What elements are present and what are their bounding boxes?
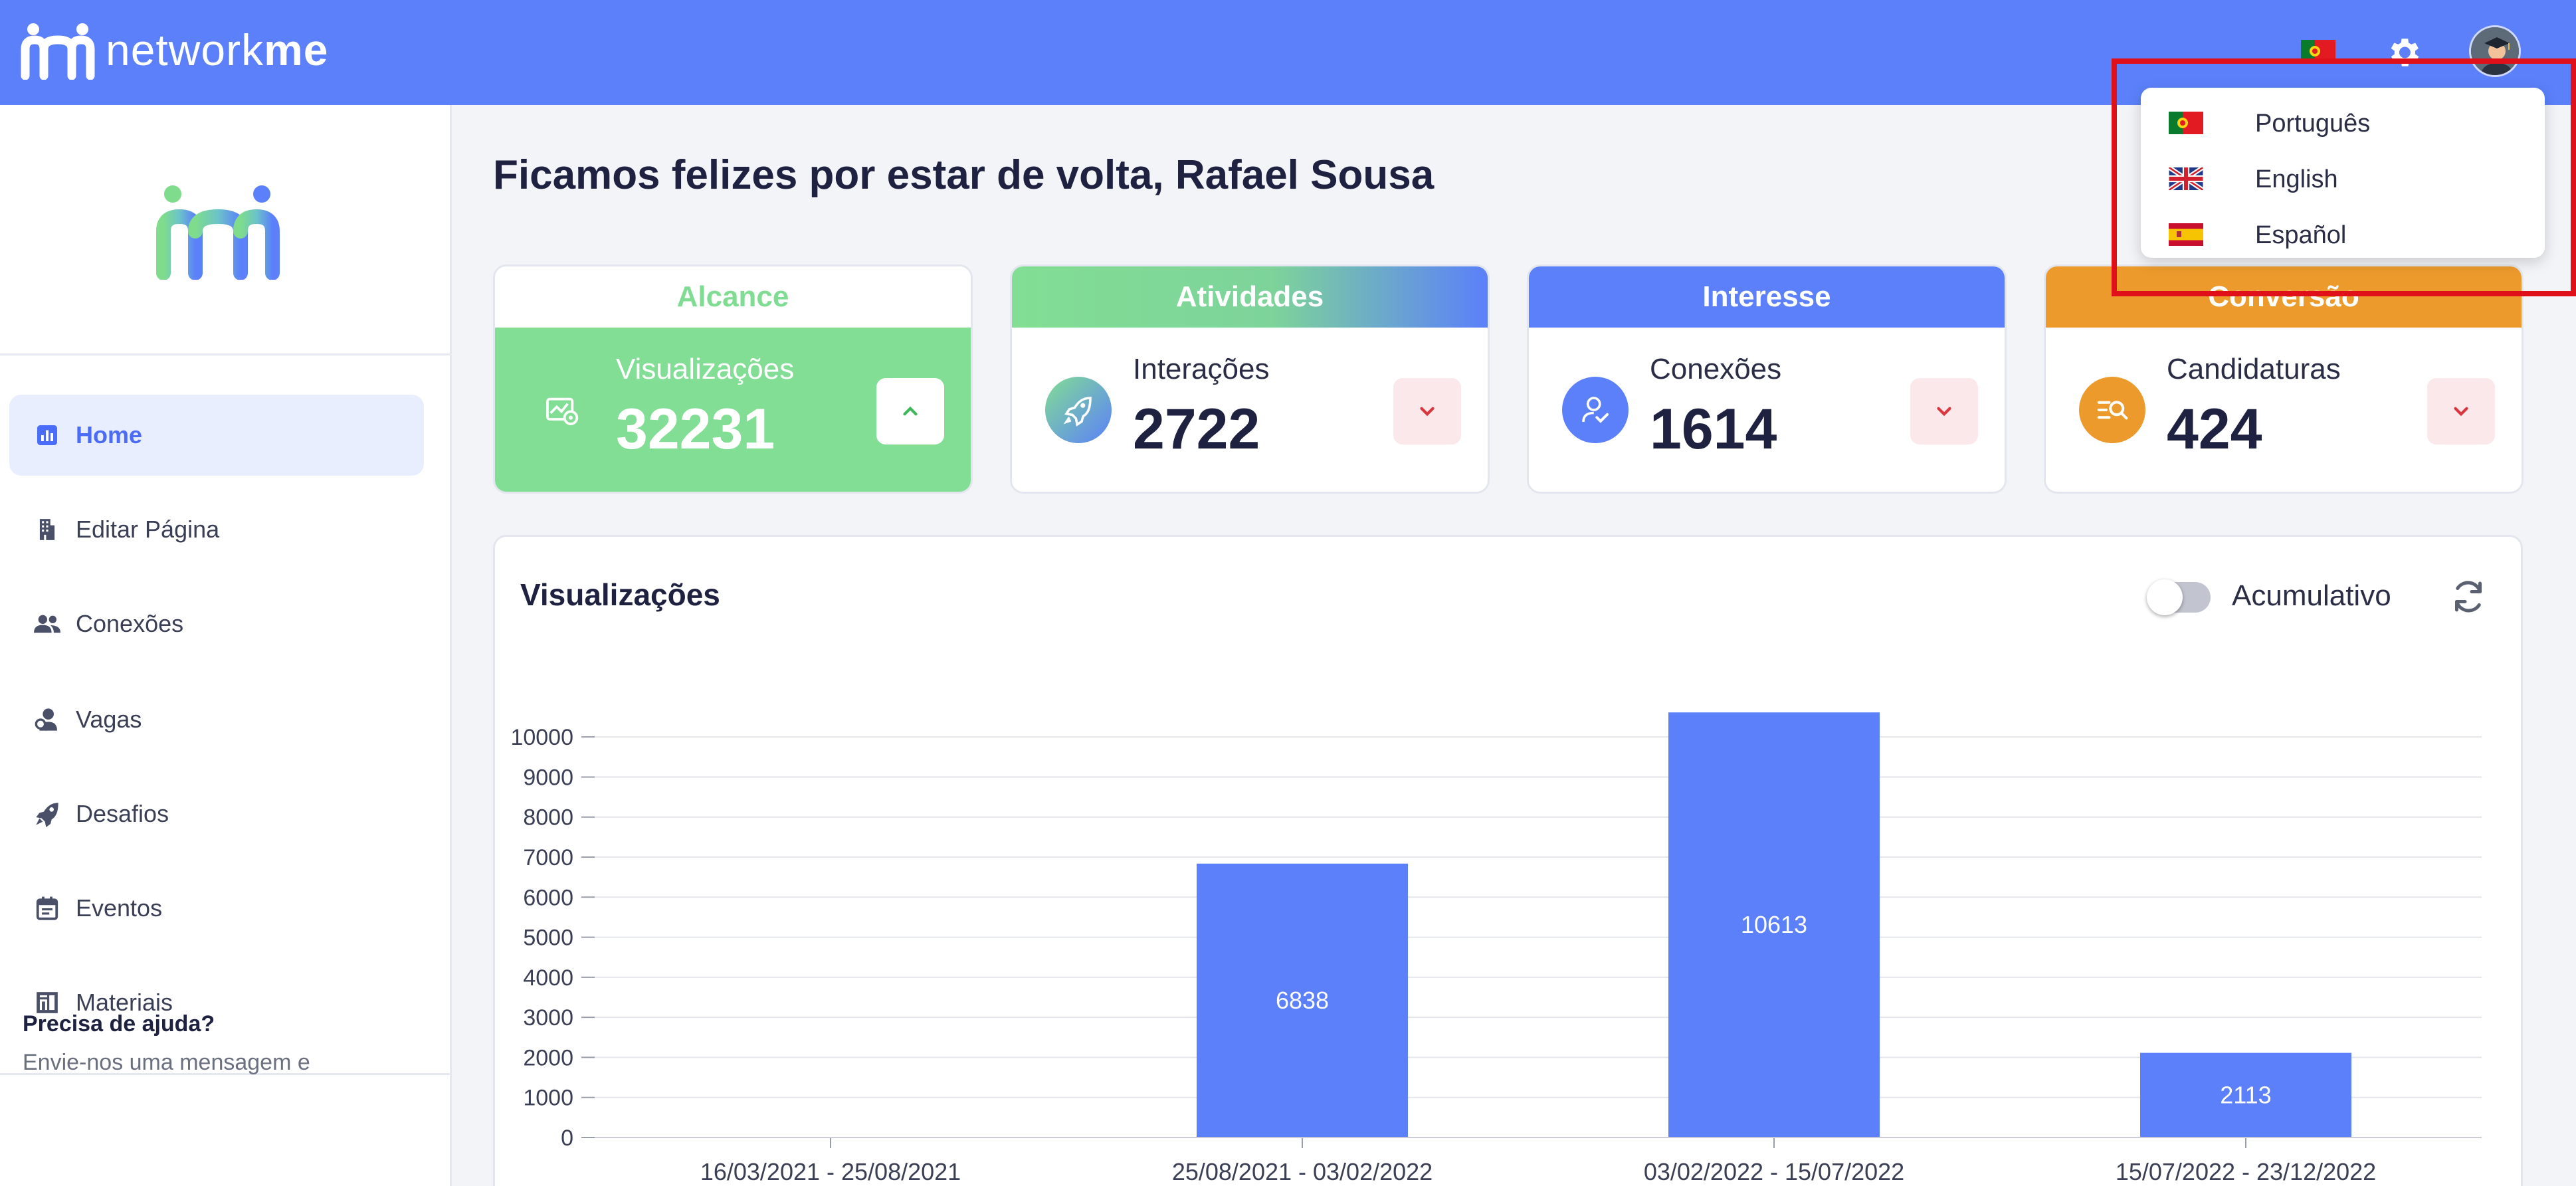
views-bar-chart: 0 1000 2000 3000 4000 5000 6000 7000 8000 9000 100… [510, 712, 2482, 1185]
language-label: Português [2255, 109, 2371, 138]
language-option-portugues[interactable]: Português [2141, 96, 2545, 151]
uk-flag-icon [2169, 167, 2203, 190]
gear-icon[interactable] [2384, 33, 2423, 72]
sidebar-item-label: Home [76, 421, 143, 448]
views-chart-icon [528, 377, 595, 443]
chevron-down-icon[interactable] [1393, 378, 1461, 445]
x-tick-label: 15/07/2022 - 23/12/2022 [2116, 1158, 2376, 1185]
language-dropdown: Português English Español [2141, 88, 2545, 258]
card-label: Candidaturas [2167, 353, 2341, 385]
card-label: Visualizações [616, 353, 795, 385]
portugal-flag-icon [2169, 112, 2203, 134]
y-tick-label: 9000 [523, 765, 573, 790]
card-header: Atividades [1012, 266, 1488, 328]
y-tick-label: 7000 [523, 845, 573, 870]
brand-logo[interactable]: networkme [20, 20, 329, 80]
page-title: Ficamos felizes por estar de volta, Rafa… [493, 152, 1435, 198]
sidebar-item-conexoes[interactable]: Conexões [9, 583, 424, 664]
help-text: Envie-nos uma mensagem e [23, 1050, 310, 1075]
card-header: Interesse [1529, 266, 2005, 328]
card-header: Conversão [2046, 266, 2522, 328]
y-tick-label: 5000 [523, 926, 573, 951]
card-value: 32231 [616, 397, 775, 461]
sidebar-item-label: Editar Página [76, 516, 220, 543]
chevron-up-icon[interactable] [876, 378, 944, 445]
language-label: Español [2255, 221, 2347, 249]
views-chart-panel: Visualizações Acumulativo 0 1000 2000 3000 4… [493, 535, 2523, 1186]
x-tick-label: 03/02/2022 - 15/07/2022 [1644, 1158, 1904, 1185]
sidebar-item-desafios[interactable]: Desafios [9, 773, 424, 854]
card-header: Alcance [495, 266, 971, 328]
sidebar-item-editar-pagina[interactable]: Editar Página [9, 489, 424, 570]
y-tick-label: 1000 [523, 1086, 573, 1111]
bar-chart-icon [33, 421, 61, 449]
stat-card-alcance: Alcance Visualizações 32231 [493, 264, 973, 494]
user-avatar[interactable] [2469, 25, 2521, 77]
calendar-icon [33, 894, 61, 922]
x-tick-label: 25/08/2021 - 03/02/2022 [1172, 1158, 1433, 1185]
networkme-mark-logo [156, 185, 280, 280]
sidebar-item-vagas[interactable]: Vagas [9, 679, 424, 760]
sidebar-item-label: Eventos [76, 894, 163, 922]
sidebar-item-home[interactable]: Home [9, 395, 424, 476]
chevron-down-icon[interactable] [2427, 378, 2495, 445]
language-label: English [2255, 165, 2338, 193]
brand-name: networkme [106, 25, 329, 74]
card-value: 2722 [1133, 397, 1260, 461]
spain-flag-icon [2169, 223, 2203, 246]
bar-value-label: 2113 [2220, 1081, 2271, 1108]
language-option-english[interactable]: English [2141, 151, 2545, 207]
sidebar-item-label: Desafios [76, 800, 169, 827]
users-icon [33, 610, 61, 638]
y-tick-label: 2000 [523, 1045, 573, 1070]
bar-value-label: 10613 [1741, 911, 1807, 938]
y-tick-label: 10000 [510, 725, 573, 750]
networkme-logo-icon [21, 23, 95, 80]
graduate-avatar-icon [2471, 27, 2519, 75]
stat-card-interesse: Interesse Conexões 1614 [1527, 264, 2007, 494]
bar-value-label: 6838 [1276, 987, 1329, 1014]
card-value: 424 [2167, 397, 2262, 461]
y-tick-label: 8000 [523, 805, 573, 831]
x-tick-label: 16/03/2021 - 25/08/2021 [700, 1158, 961, 1185]
search-list-icon [2079, 377, 2145, 443]
help-title: Precisa de ajuda? [23, 1011, 215, 1037]
user-search-icon [33, 706, 61, 734]
rocket-icon [1045, 377, 1112, 443]
building-icon [33, 516, 61, 544]
sidebar: Home Editar Página Conexões Vagas Desafi… [0, 105, 452, 1186]
portugal-flag-icon[interactable] [2301, 40, 2335, 62]
card-label: Conexões [1650, 353, 1782, 385]
y-tick-label: 0 [561, 1126, 573, 1151]
rocket-icon [33, 800, 61, 828]
card-label: Interações [1133, 353, 1270, 385]
language-option-espanol[interactable]: Español [2141, 207, 2545, 263]
y-tick-label: 3000 [523, 1005, 573, 1031]
stat-card-conversao: Conversão Candidaturas 424 [2044, 264, 2524, 494]
sidebar-divider [0, 353, 452, 355]
sidebar-item-label: Conexões [76, 610, 184, 637]
chevron-down-icon[interactable] [1910, 378, 1978, 445]
user-check-icon [1562, 377, 1629, 443]
card-value: 1614 [1650, 397, 1777, 461]
sidebar-item-eventos[interactable]: Eventos [9, 868, 424, 949]
stat-card-atividades: Atividades Interações 2722 [1010, 264, 1490, 494]
y-tick-label: 6000 [523, 885, 573, 910]
sidebar-item-label: Vagas [76, 706, 142, 733]
y-tick-label: 4000 [523, 965, 573, 991]
